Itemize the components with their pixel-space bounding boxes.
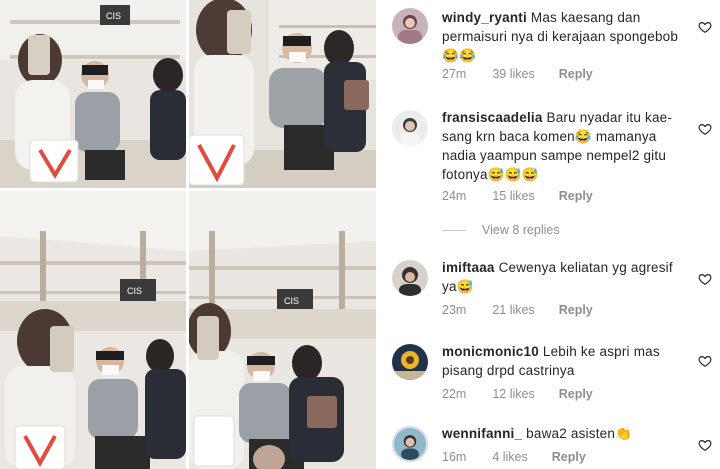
reply-button[interactable]: Reply [559, 387, 593, 401]
collage-photo-3: CIS [0, 191, 186, 469]
view-replies-label: View 8 replies [482, 223, 560, 237]
heart-outline-icon[interactable] [698, 272, 712, 286]
comment-body: windy_ryanti Mas kaesang dan permaisuri … [442, 8, 686, 65]
avatar[interactable] [392, 260, 428, 296]
reply-button[interactable]: Reply [559, 67, 593, 81]
comment-text: bawa2 asisten👏 [526, 426, 633, 441]
comment-time[interactable]: 27m [442, 67, 466, 81]
comment-time[interactable]: 24m [442, 189, 466, 203]
comment-meta: 24m 15 likes Reply [442, 189, 593, 203]
reply-button[interactable]: Reply [559, 189, 593, 203]
photo-collage: CIS CIS CIS [0, 0, 376, 469]
comment-time[interactable]: 16m [442, 450, 466, 464]
comment-likes[interactable]: 12 likes [492, 387, 534, 401]
reply-button[interactable]: Reply [559, 303, 593, 317]
avatar[interactable] [392, 8, 428, 44]
replies-divider [442, 229, 466, 231]
store-sign-4: CIS [284, 296, 299, 306]
comment-body: wennifanni_ bawa2 asisten👏 [442, 424, 686, 443]
comment-username[interactable]: imiftaaa [442, 260, 495, 275]
comment-body: fransiscaadelia Baru nyadar itu kae-sang… [442, 108, 686, 184]
comment-likes[interactable]: 15 likes [492, 189, 534, 203]
comment-likes[interactable]: 39 likes [492, 67, 534, 81]
heart-outline-icon[interactable] [698, 438, 712, 452]
comment-meta: 22m 12 likes Reply [442, 387, 593, 401]
comment-meta: 23m 21 likes Reply [442, 303, 593, 317]
comment-username[interactable]: wennifanni_ [442, 426, 522, 441]
comment-time[interactable]: 22m [442, 387, 466, 401]
store-sign-3: CIS [127, 286, 142, 296]
comment-username[interactable]: monicmonic10 [442, 344, 539, 359]
heart-outline-icon[interactable] [698, 354, 712, 368]
reply-button[interactable]: Reply [552, 450, 586, 464]
heart-outline-icon[interactable] [698, 122, 712, 136]
comment-meta: 16m 4 likes Reply [442, 450, 586, 464]
collage-photo-1: CIS [0, 0, 186, 188]
view-replies-button[interactable]: View 8 replies [442, 223, 560, 237]
comments-panel: windy_ryanti Mas kaesang dan permaisuri … [376, 0, 720, 469]
comment-username[interactable]: windy_ryanti [442, 10, 527, 25]
collage-photo-4: CIS [189, 191, 376, 469]
comment-meta: 27m 39 likes Reply [442, 67, 593, 81]
store-sign-1: CIS [106, 11, 121, 21]
heart-outline-icon[interactable] [698, 20, 712, 34]
comment-likes[interactable]: 4 likes [492, 450, 527, 464]
comment-likes[interactable]: 21 likes [492, 303, 534, 317]
collage-photo-2 [189, 0, 376, 188]
avatar[interactable] [392, 426, 428, 462]
comment-body: monicmonic10 Lebih ke aspri mas pisang d… [442, 342, 686, 380]
avatar[interactable] [392, 110, 428, 146]
comment-time[interactable]: 23m [442, 303, 466, 317]
comment-username[interactable]: fransiscaadelia [442, 110, 543, 125]
comment-body: imiftaaa Cewenya keliatan yg agresif ya😅 [442, 258, 686, 296]
avatar[interactable] [392, 344, 428, 380]
